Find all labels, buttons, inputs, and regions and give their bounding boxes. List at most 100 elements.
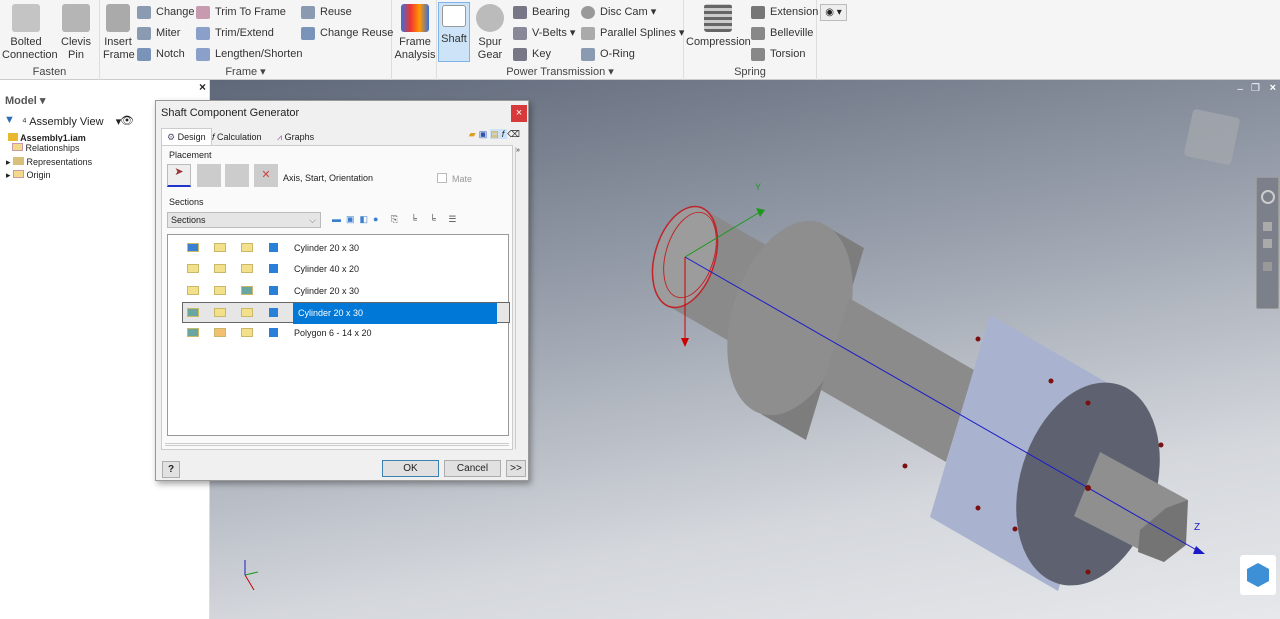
options-icon[interactable]: ▤ — [490, 129, 502, 139]
minimize-icon[interactable]: – — [1237, 84, 1243, 95]
tree-item-representations[interactable]: ▸ Representations — [6, 156, 92, 170]
tree-item-relationships[interactable]: Relationships — [6, 142, 92, 156]
bearing-button[interactable]: Bearing — [513, 3, 570, 21]
section-feature-icon[interactable] — [187, 285, 199, 295]
orientation-select-button[interactable] — [225, 164, 249, 187]
section-feature-icon[interactable] — [214, 285, 226, 295]
search-binoculars-icon[interactable]: 👁 — [120, 114, 134, 127]
eraser-icon[interactable]: ⌫ — [507, 129, 523, 139]
tab-design[interactable]: ⚙ Design — [161, 128, 212, 145]
section-row[interactable]: Cylinder 20 x 30 — [169, 281, 511, 302]
label: Pin — [68, 49, 84, 61]
dialog-close-button[interactable]: × — [511, 105, 527, 122]
belleville-button[interactable]: Belleville — [751, 24, 813, 42]
group-label[interactable]: Frame ▾ — [100, 65, 391, 78]
v-belts-button[interactable]: V-Belts ▾ — [513, 24, 575, 42]
orbit-icon[interactable] — [1263, 262, 1272, 271]
zoom-icon[interactable] — [1263, 239, 1272, 248]
tree-item-origin[interactable]: ▸ Origin — [6, 169, 92, 183]
section-edit-icon[interactable] — [269, 264, 278, 274]
section-feature-icon[interactable] — [214, 264, 226, 274]
expand-bar[interactable] — [165, 440, 509, 446]
more-tools-dropdown[interactable]: ◉ ▾ — [820, 4, 847, 21]
section-feature-icon[interactable] — [214, 243, 226, 252]
more-button[interactable]: >> — [506, 460, 526, 477]
tree-item-assembly[interactable]: Assembly1.iam — [6, 132, 92, 142]
mate-checkbox[interactable] — [437, 173, 447, 183]
disc-cam-button[interactable]: Disc Cam ▾ — [581, 3, 656, 21]
sections-dropdown[interactable]: Sections ⌵ — [167, 212, 321, 228]
placement-text: Axis, Start, Orientation — [283, 173, 374, 183]
pan-icon[interactable] — [1263, 222, 1272, 231]
mate-label: Mate — [452, 174, 473, 184]
bolt-icon — [12, 4, 40, 32]
model-dropdown[interactable]: Model ▾ — [5, 94, 45, 107]
compression-button[interactable]: Compression — [686, 4, 751, 49]
reuse-button[interactable]: Reuse — [301, 3, 352, 21]
section-feature-icon[interactable] — [241, 328, 253, 338]
label: Extension — [770, 6, 819, 18]
section-feature-icon[interactable] — [187, 243, 199, 252]
restore-icon[interactable]: ❐ — [1251, 83, 1260, 94]
tab-graphs[interactable]: ⩘ Graphs — [277, 129, 314, 145]
section-edit-icon[interactable] — [269, 285, 278, 295]
help-button[interactable]: ? — [162, 461, 180, 478]
section-feature-icon[interactable] — [241, 285, 253, 295]
navigation-bar[interactable] — [1256, 177, 1279, 309]
section-feature-icon[interactable] — [187, 264, 199, 274]
trim-to-frame-button[interactable]: Trim To Frame — [196, 3, 286, 21]
change-button[interactable]: Change — [137, 3, 195, 21]
section-row[interactable]: Cylinder 40 x 20 — [169, 259, 511, 280]
view-selector[interactable]: ⁴ Assembly View ▾ — [22, 115, 121, 128]
section-feature-icon[interactable] — [187, 307, 199, 317]
o-ring-button[interactable]: O-Ring — [581, 45, 635, 63]
section-tools[interactable]: ▬▣◧● ⎘ ╘ ╘ ☰ — [332, 214, 461, 225]
shaft-button[interactable]: Shaft — [438, 2, 470, 62]
frame-analysis-button[interactable]: Frame Analysis — [394, 4, 436, 62]
close-viewport-icon[interactable]: × — [1270, 82, 1276, 94]
key-button[interactable]: Key — [513, 45, 551, 63]
section-feature-icon[interactable] — [241, 307, 253, 317]
help-assistant-button[interactable] — [1240, 555, 1276, 595]
section-feature-icon[interactable] — [214, 307, 226, 317]
section-edit-icon[interactable] — [269, 243, 278, 252]
steering-wheel-icon[interactable] — [1260, 190, 1275, 204]
section-feature-icon[interactable] — [187, 328, 199, 338]
section-edit-icon[interactable] — [269, 307, 278, 317]
group-label[interactable]: Power Transmission ▾ — [437, 65, 683, 78]
extension-button[interactable]: Extension — [751, 3, 818, 21]
trim-extend-button[interactable]: Trim/Extend — [196, 24, 274, 42]
start-select-button[interactable] — [197, 164, 221, 187]
close-browser-icon[interactable]: × — [199, 80, 206, 94]
bolted-connection-button[interactable]: Bolted Connection — [2, 4, 58, 62]
section-feature-icon[interactable] — [241, 264, 253, 274]
section-row[interactable]: Cylinder 20 x 30 — [169, 238, 511, 259]
parallel-splines-button[interactable]: Parallel Splines ▾ — [581, 24, 684, 42]
ok-button[interactable]: OK — [382, 460, 439, 477]
flip-button[interactable]: ✕ — [254, 164, 278, 187]
section-feature-icon[interactable] — [214, 328, 226, 338]
filter-icon[interactable]: ▼ — [4, 114, 15, 126]
change-reuse-button[interactable]: Change Reuse — [301, 24, 393, 42]
open-icon[interactable]: ▰ — [469, 129, 479, 139]
tab-calculation[interactable]: f Calculation — [212, 129, 262, 145]
section-edit-icon[interactable] — [269, 328, 278, 338]
axis-select-button[interactable]: ➤ — [167, 164, 191, 187]
section-row[interactable]: Cylinder 20 x 30 — [182, 301, 510, 324]
shaft-icon — [442, 5, 466, 27]
save-icon[interactable]: ▣ — [479, 129, 491, 139]
scrollbar[interactable]: » — [515, 147, 523, 449]
torsion-button[interactable]: Torsion — [751, 45, 805, 63]
notch-button[interactable]: Notch — [137, 45, 185, 63]
section-feature-icon[interactable] — [241, 243, 253, 252]
miter-button[interactable]: Miter — [137, 24, 180, 42]
lengthen-shorten-button[interactable]: Lengthen/Shorten — [196, 45, 302, 63]
insert-frame-button[interactable]: Insert Frame — [103, 4, 135, 62]
spur-gear-button[interactable]: Spur Gear — [475, 4, 505, 62]
cylinder-3-body — [821, 298, 974, 462]
label: Connection — [2, 49, 58, 61]
section-row[interactable]: Polygon 6 - 14 x 20 — [169, 323, 511, 344]
clevis-pin-button[interactable]: Clevis Pin — [58, 4, 94, 62]
view-cube[interactable] — [1183, 108, 1241, 166]
cancel-button[interactable]: Cancel — [444, 460, 501, 477]
